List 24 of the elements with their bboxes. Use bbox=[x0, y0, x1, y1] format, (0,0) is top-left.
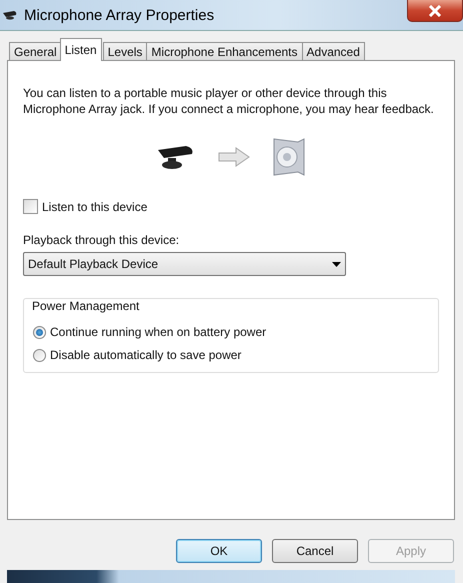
microphone-icon bbox=[2, 10, 18, 20]
radio-label: Continue running when on battery power bbox=[50, 325, 266, 339]
playback-label: Playback through this device: bbox=[23, 233, 180, 247]
speaker-icon bbox=[272, 137, 306, 177]
tab[interactable]: Microphone Enhancements bbox=[146, 42, 303, 61]
group-title: Power Management bbox=[30, 299, 142, 313]
tab[interactable]: Listen bbox=[60, 38, 102, 61]
tab[interactable]: General bbox=[9, 42, 62, 61]
arrow-icon bbox=[218, 147, 250, 167]
dialog-button[interactable]: Cancel bbox=[272, 539, 358, 563]
window-title: Microphone Array Properties bbox=[24, 6, 214, 24]
tab[interactable]: Levels bbox=[102, 42, 148, 61]
tab[interactable]: Advanced bbox=[302, 42, 365, 61]
listen-checkbox[interactable] bbox=[23, 199, 38, 214]
caret-icon bbox=[332, 262, 341, 266]
close-button[interactable] bbox=[407, 0, 463, 22]
playback-dropdown[interactable]: Default Playback Device bbox=[23, 252, 346, 276]
radio-label: Disable automatically to save power bbox=[50, 348, 242, 362]
radio-button[interactable] bbox=[33, 348, 46, 362]
radio-button[interactable] bbox=[33, 326, 46, 338]
checkbox-label: Listen to this device bbox=[42, 200, 148, 214]
close-icon bbox=[428, 4, 442, 16]
description-text: You can listen to a portable music player or other device through this Microphone Array jack. If you connect a microphone, you may hear feedback. bbox=[23, 85, 435, 117]
dialog-button[interactable]: OK bbox=[176, 539, 262, 563]
